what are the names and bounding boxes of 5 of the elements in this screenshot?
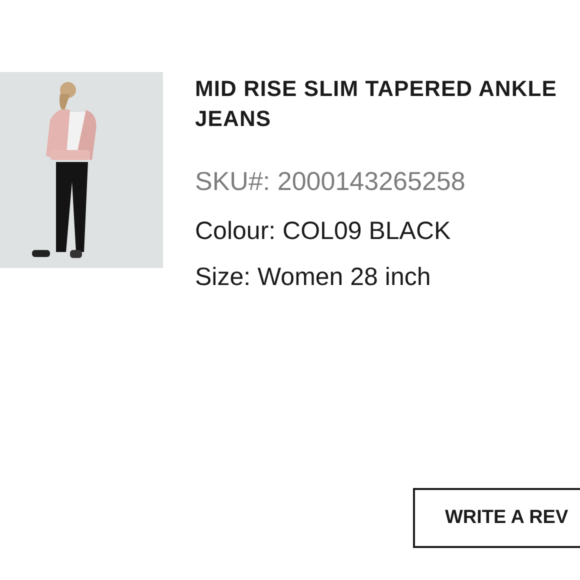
colour-text: Colour: COL09 BLACK xyxy=(195,216,452,246)
write-review-button[interactable]: WRITE A REV xyxy=(413,488,580,548)
product-title: MID RISE SLIM TAPERED ANKLE JEANS xyxy=(195,75,558,133)
sku-text: SKU#: 2000143265258 xyxy=(195,166,466,196)
size-text: Size: Women 28 inch xyxy=(195,262,432,292)
